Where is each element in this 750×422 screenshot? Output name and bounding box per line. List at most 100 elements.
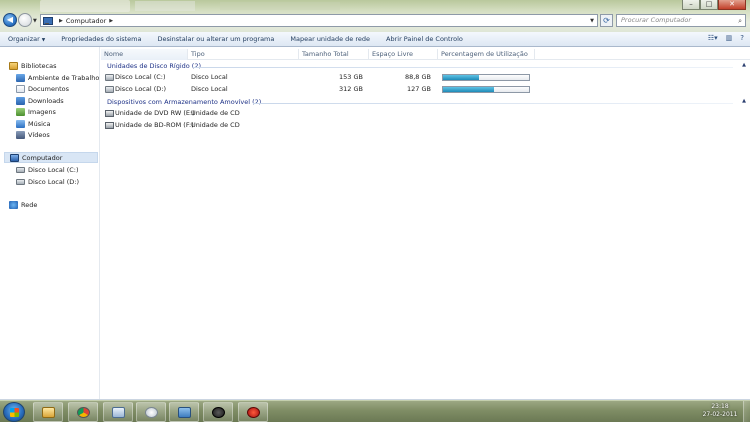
- column-name[interactable]: Nome: [101, 49, 188, 60]
- window-titlebar: – □ ✕ ◀ ▼ ▶ Computador ▶ ▼ ⟳ Procurar Co…: [0, 0, 750, 32]
- nav-drive-d[interactable]: Disco Local (D:): [16, 176, 79, 187]
- column-header-row: Nome Tipo Tamanho Total Espaço Livre Per…: [101, 49, 750, 60]
- refresh-icon: ⟳: [603, 16, 610, 25]
- clock-time: 23:18: [711, 403, 729, 410]
- table-row[interactable]: Unidade de DVD RW (E:) Unidade de CD: [101, 108, 750, 119]
- control-panel-icon: [178, 407, 191, 418]
- group-divider: [253, 103, 733, 104]
- computer-icon: [10, 153, 19, 162]
- hard-drive-icon: [105, 74, 114, 81]
- group-divider: [193, 67, 733, 68]
- libraries-icon: [9, 61, 18, 70]
- refresh-button[interactable]: ⟳: [600, 14, 613, 27]
- search-icon[interactable]: ⌕: [738, 16, 742, 27]
- drive-type: Disco Local: [191, 85, 228, 93]
- forward-button[interactable]: [18, 13, 32, 27]
- mail-icon: [112, 407, 125, 418]
- maximize-button[interactable]: □: [700, 0, 718, 10]
- usage-bar-fill: [443, 87, 494, 92]
- collapse-chevron-icon[interactable]: ▲: [742, 98, 746, 104]
- preview-pane-icon[interactable]: ▥: [726, 34, 733, 42]
- column-type[interactable]: Tipo: [188, 49, 299, 60]
- system-clock[interactable]: 23:18 27-02-2011: [700, 403, 740, 419]
- arrow-left-icon: ◀: [6, 15, 14, 24]
- nav-pictures[interactable]: Imagens: [16, 106, 56, 117]
- background-blur: [220, 2, 340, 10]
- back-button[interactable]: ◀: [3, 13, 17, 27]
- taskbar-mail[interactable]: [103, 402, 133, 422]
- drive-free: 127 GB: [407, 85, 431, 93]
- videos-icon: [16, 130, 25, 139]
- drive-total: 153 GB: [339, 73, 363, 81]
- nav-videos[interactable]: Vídeos: [16, 129, 50, 140]
- address-dropdown-icon[interactable]: ▼: [590, 18, 594, 24]
- chevron-down-icon: ▼: [41, 38, 46, 43]
- taskbar-chrome[interactable]: [68, 402, 98, 422]
- taskbar-cloud-app[interactable]: [136, 402, 166, 422]
- file-list: Nome Tipo Tamanho Total Espaço Livre Per…: [101, 47, 750, 399]
- windows-logo-icon: [10, 408, 19, 417]
- taskbar-pen-app[interactable]: [203, 402, 233, 422]
- table-row[interactable]: Disco Local (C:) Disco Local 153 GB 88,8…: [101, 72, 750, 83]
- documents-icon: [16, 84, 25, 93]
- nav-network[interactable]: Rede: [9, 199, 37, 210]
- open-control-panel-button[interactable]: Abrir Painel de Controlo: [378, 35, 471, 43]
- clock-date: 27-02-2011: [702, 411, 738, 418]
- drive-name: Disco Local (D:): [115, 85, 166, 93]
- optical-drive-icon: [105, 122, 114, 129]
- collapse-chevron-icon[interactable]: ▲: [742, 62, 746, 68]
- help-icon[interactable]: ?: [740, 34, 744, 42]
- nav-computer[interactable]: Computador: [4, 152, 98, 163]
- map-network-drive-button[interactable]: Mapear unidade de rede: [282, 35, 378, 43]
- taskbar: 23:18 27-02-2011: [0, 400, 750, 422]
- nav-downloads[interactable]: Downloads: [16, 95, 64, 106]
- usage-bar-fill: [443, 75, 480, 80]
- chevron-right-icon[interactable]: ▶: [59, 18, 63, 24]
- command-bar: Organizar ▼ Propriedades do sistema Desin…: [0, 32, 750, 47]
- chevron-right-icon[interactable]: ▶: [109, 18, 113, 24]
- system-properties-button[interactable]: Propriedades do sistema: [53, 35, 149, 43]
- nav-music[interactable]: Música: [16, 118, 50, 129]
- taskbar-explorer[interactable]: [33, 402, 63, 422]
- column-total-size[interactable]: Tamanho Total: [299, 49, 369, 60]
- breadcrumb-computador[interactable]: Computador: [66, 17, 106, 25]
- nav-documents[interactable]: Documentos: [16, 83, 69, 94]
- music-icon: [16, 119, 25, 128]
- chrome-icon: [77, 407, 90, 418]
- recent-pages-dropdown[interactable]: ▼: [33, 18, 37, 24]
- address-bar[interactable]: ▶ Computador ▶ ▼: [40, 14, 598, 27]
- computer-icon: [43, 16, 53, 25]
- nav-drive-c[interactable]: Disco Local (C:): [16, 164, 79, 175]
- table-row[interactable]: Unidade de BD-ROM (F:) Unidade de CD: [101, 120, 750, 131]
- background-blur: [135, 1, 195, 11]
- group-header-removable-storage[interactable]: Dispositivos com Armazenamento Amovível …: [107, 98, 261, 106]
- uninstall-program-button[interactable]: Desinstalar ou alterar um programa: [149, 35, 282, 43]
- nav-libraries[interactable]: Bibliotecas: [9, 60, 56, 71]
- column-usage[interactable]: Percentagem de Utilização: [438, 49, 535, 60]
- drive-name: Unidade de DVD RW (E:): [115, 109, 195, 117]
- desktop-icon: [16, 73, 25, 82]
- view-options-icon[interactable]: ☷▾: [708, 34, 718, 42]
- start-button[interactable]: [3, 402, 25, 422]
- minimize-button[interactable]: –: [682, 0, 700, 10]
- close-button[interactable]: ✕: [718, 0, 746, 10]
- drive-name: Unidade de BD-ROM (F:): [115, 121, 194, 129]
- usage-bar: [442, 74, 530, 81]
- taskbar-red-app[interactable]: [238, 402, 268, 422]
- network-icon: [9, 200, 18, 209]
- search-input[interactable]: Procurar Computador ⌕: [616, 14, 746, 27]
- table-row[interactable]: Disco Local (D:) Disco Local 312 GB 127 …: [101, 84, 750, 95]
- show-desktop-button[interactable]: [743, 401, 750, 422]
- nav-desktop[interactable]: Ambiente de Trabalho: [16, 72, 99, 83]
- background-blur: [40, 0, 130, 12]
- column-free-space[interactable]: Espaço Livre: [369, 49, 438, 60]
- folder-icon: [42, 407, 55, 418]
- taskbar-control-panel[interactable]: [169, 402, 199, 422]
- organize-menu[interactable]: Organizar ▼: [0, 35, 53, 43]
- group-header-hard-drives[interactable]: Unidades de Disco Rígido (2): [107, 62, 201, 70]
- drive-free: 88,8 GB: [404, 73, 431, 81]
- chevron-down-icon: ▼: [33, 18, 37, 24]
- app-icon: [247, 407, 260, 418]
- drive-type: Unidade de CD: [191, 109, 240, 117]
- downloads-icon: [16, 96, 25, 105]
